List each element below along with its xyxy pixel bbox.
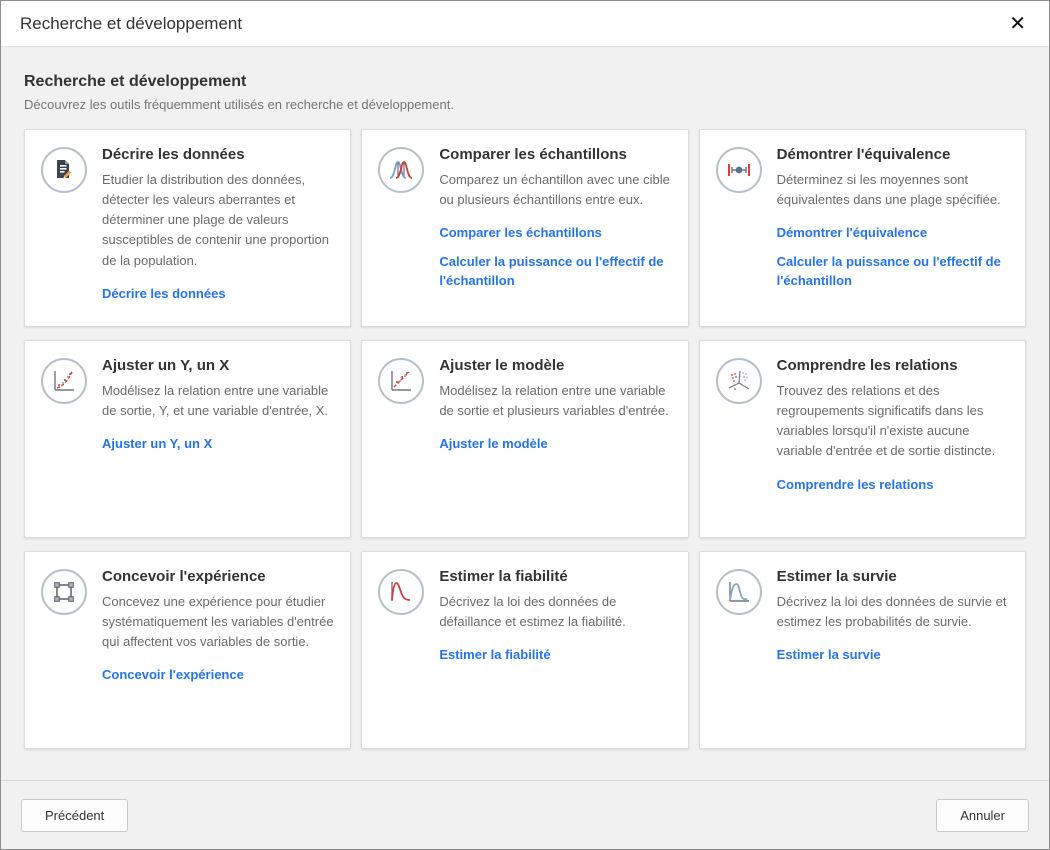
dialog-content: Recherche et développement Découvrez les… bbox=[1, 47, 1049, 780]
card-description: Trouvez des relations et des regroupemen… bbox=[777, 381, 1009, 462]
document-pencil-icon bbox=[41, 147, 87, 193]
link-estimer-la-survie[interactable]: Estimer la survie bbox=[777, 645, 1009, 665]
link-ajuster-un-y-un-x[interactable]: Ajuster un Y, un X bbox=[102, 434, 334, 454]
card-description: Modélisez la relation entre une variable… bbox=[102, 381, 334, 421]
card-estimate-reliability: Estimer la fiabilité Décrivez la loi des… bbox=[361, 551, 688, 749]
card-fit-model: Ajuster le modèle Modélisez la relation … bbox=[361, 340, 688, 538]
card-description: Décrivez la loi des données de survie et… bbox=[777, 592, 1009, 632]
card-title: Concevoir l'expérience bbox=[102, 568, 334, 585]
window-title: Recherche et développement bbox=[20, 14, 242, 34]
page-title: Recherche et développement bbox=[24, 73, 1026, 91]
card-title: Estimer la fiabilité bbox=[439, 568, 671, 585]
card-compare-samples: Comparer les échantillons Comparez un éc… bbox=[361, 129, 688, 327]
link-demontrer-equivalence[interactable]: Démontrer l'équivalence bbox=[777, 223, 1009, 243]
card-title: Ajuster le modèle bbox=[439, 357, 671, 374]
card-title: Comprendre les relations bbox=[777, 357, 1009, 374]
link-decrire-les-donnees[interactable]: Décrire les données bbox=[102, 284, 334, 304]
card-title: Ajuster un Y, un X bbox=[102, 357, 334, 374]
card-description: Décrivez la loi des données de défaillan… bbox=[439, 592, 671, 632]
link-ajuster-le-modele[interactable]: Ajuster le modèle bbox=[439, 434, 671, 454]
failure-distribution-icon bbox=[378, 569, 424, 615]
3d-scatter-icon bbox=[716, 358, 762, 404]
titlebar: Recherche et développement ✕ bbox=[1, 1, 1049, 47]
card-understand-relations: Comprendre les relations Trouvez des rel… bbox=[699, 340, 1026, 538]
scatter-fit-line-icon bbox=[378, 358, 424, 404]
card-title: Décrire les données bbox=[102, 146, 334, 163]
link-calculer-puissance-effectif[interactable]: Calculer la puissance ou l'effectif de l… bbox=[777, 252, 1009, 291]
link-concevoir-experience[interactable]: Concevoir l'expérience bbox=[102, 665, 334, 685]
card-description: Concevez une expérience pour étudier sys… bbox=[102, 592, 334, 652]
two-distribution-curves-icon bbox=[378, 147, 424, 193]
link-calculer-puissance-effectif[interactable]: Calculer la puissance ou l'effectif de l… bbox=[439, 252, 671, 291]
back-button[interactable]: Précédent bbox=[21, 799, 128, 832]
card-title: Démontrer l'équivalence bbox=[777, 146, 1009, 163]
card-design-experiment: Concevoir l'expérience Concevez une expé… bbox=[24, 551, 351, 749]
card-estimate-survival: Estimer la survie Décrivez la loi des do… bbox=[699, 551, 1026, 749]
scatter-curve-icon bbox=[41, 358, 87, 404]
card-fit-y-x: Ajuster un Y, un X Modélisez la relation… bbox=[24, 340, 351, 538]
cancel-button[interactable]: Annuler bbox=[936, 799, 1029, 832]
card-demonstrate-equivalence: Démontrer l'équivalence Déterminez si le… bbox=[699, 129, 1026, 327]
card-description: Comparez un échantillon avec une cible o… bbox=[439, 170, 671, 210]
link-estimer-la-fiabilite[interactable]: Estimer la fiabilité bbox=[439, 645, 671, 665]
card-describe-data: Décrire les données Etudier la distribut… bbox=[24, 129, 351, 327]
page-subtitle: Découvrez les outils fréquemment utilisé… bbox=[24, 97, 1026, 112]
close-icon[interactable]: ✕ bbox=[1005, 12, 1030, 36]
link-comparer-les-echantillons[interactable]: Comparer les échantillons bbox=[439, 223, 671, 243]
equivalence-interval-icon bbox=[716, 147, 762, 193]
dialog-footer: Précédent Annuler bbox=[1, 780, 1049, 849]
card-description: Déterminez si les moyennes sont équivale… bbox=[777, 170, 1009, 210]
card-title: Estimer la survie bbox=[777, 568, 1009, 585]
link-comprendre-les-relations[interactable]: Comprendre les relations bbox=[777, 475, 1009, 495]
design-square-icon bbox=[41, 569, 87, 615]
tool-card-grid: Décrire les données Etudier la distribut… bbox=[24, 129, 1026, 749]
card-description: Etudier la distribution des données, dét… bbox=[102, 170, 334, 271]
card-description: Modélisez la relation entre une variable… bbox=[439, 381, 671, 421]
card-title: Comparer les échantillons bbox=[439, 146, 671, 163]
dialog-window: Recherche et développement ✕ Recherche e… bbox=[0, 0, 1050, 850]
survival-distribution-icon bbox=[716, 569, 762, 615]
